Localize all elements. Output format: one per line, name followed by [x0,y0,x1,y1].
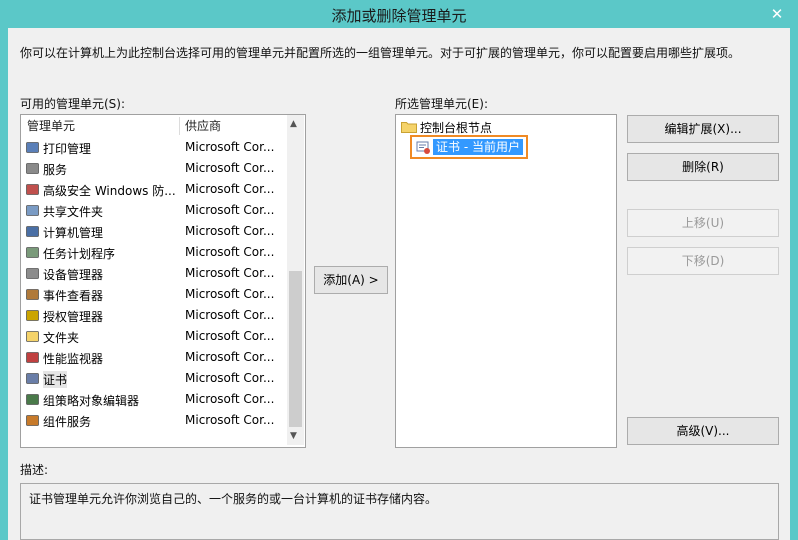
event-viewer-icon [25,287,40,302]
item-vendor: Microsoft Cor... [185,266,275,280]
close-icon[interactable]: ✕ [762,3,792,25]
window-title: 添加或删除管理单元 [331,7,467,25]
item-vendor: Microsoft Cor... [185,329,275,343]
selected-tree[interactable]: 控制台根节点 证书 - 当前用户 [395,114,617,448]
list-item[interactable]: 高级安全 Windows 防... Microsoft Cor... [21,179,281,200]
group-policy-icon [25,392,40,407]
list-item[interactable]: 性能监视器 Microsoft Cor... [21,347,281,368]
move-down-button[interactable]: 下移(D) [627,247,779,275]
item-name: 高级安全 Windows 防... [43,184,176,198]
list-item[interactable]: 共享文件夹 Microsoft Cor... [21,200,281,221]
title-bar: 添加或删除管理单元 ✕ [0,0,798,28]
list-item[interactable]: 文件夹 Microsoft Cor... [21,326,281,347]
list-item[interactable]: 授权管理器 Microsoft Cor... [21,305,281,326]
dialog-body: 你可以在计算机上为此控制台选择可用的管理单元并配置所选的一组管理单元。对于可扩展… [8,28,790,540]
advanced-button[interactable]: 高级(V)... [627,417,779,445]
item-vendor: Microsoft Cor... [185,224,275,238]
available-label: 可用的管理单元(S): [20,97,126,111]
item-vendor: Microsoft Cor... [185,287,275,301]
list-item[interactable]: 计算机管理 Microsoft Cor... [21,221,281,242]
component-services-icon [25,413,40,428]
scroll-down-icon[interactable]: ▼ [290,431,297,441]
computer-management-icon [25,224,40,239]
selected-item-focus[interactable]: 证书 - 当前用户 [410,135,528,159]
available-list[interactable]: 管理单元 供应商 打印管理 Microsoft Cor... 服务 Microsoft… [20,114,306,448]
scrollbar[interactable]: ▲ ▼ [287,115,304,445]
item-name: 文件夹 [43,331,80,345]
item-vendor: Microsoft Cor... [185,182,275,196]
list-item[interactable]: 设备管理器 Microsoft Cor... [21,263,281,284]
item-name: 证书 [43,371,68,388]
col-header-name[interactable]: 管理单元 [27,115,75,137]
item-name: 事件查看器 [43,289,104,303]
scroll-thumb[interactable] [289,271,302,427]
description-label: 描述: [20,463,49,477]
item-name: 计算机管理 [43,226,104,240]
move-up-button[interactable]: 上移(U) [627,209,779,237]
list-item[interactable]: 证书 Microsoft Cor... [21,368,281,389]
item-vendor: Microsoft Cor... [185,392,275,406]
performance-monitor-icon [25,350,40,365]
certificate-icon [416,140,431,155]
col-divider [179,117,180,135]
item-vendor: Microsoft Cor... [185,140,275,154]
device-manager-icon [25,266,40,281]
list-item[interactable]: 任务计划程序 Microsoft Cor... [21,242,281,263]
scroll-up-icon[interactable]: ▲ [290,119,297,129]
item-name: 服务 [43,163,68,177]
shared-folder-icon [25,203,40,218]
folder-icon [401,120,417,133]
services-gear-icon [25,161,40,176]
printer-icon [25,140,40,155]
list-item[interactable]: 组件服务 Microsoft Cor... [21,410,281,431]
folder-icon [25,329,40,344]
firewall-icon [25,182,40,197]
item-name: 共享文件夹 [43,205,104,219]
tree-child-label[interactable]: 证书 - 当前用户 [433,139,523,155]
item-vendor: Microsoft Cor... [185,161,275,175]
item-vendor: Microsoft Cor... [185,308,275,322]
list-item[interactable]: 事件查看器 Microsoft Cor... [21,284,281,305]
edit-extensions-button[interactable]: 编辑扩展(X)... [627,115,779,143]
item-name: 授权管理器 [43,310,104,324]
item-vendor: Microsoft Cor... [185,371,275,385]
intro-text: 你可以在计算机上为此控制台选择可用的管理单元并配置所选的一组管理单元。对于可扩展… [20,46,741,60]
selected-label: 所选管理单元(E): [395,97,488,111]
list-item[interactable]: 服务 Microsoft Cor... [21,158,281,179]
item-vendor: Microsoft Cor... [185,245,275,259]
item-vendor: Microsoft Cor... [185,203,275,217]
col-header-vendor[interactable]: 供应商 [185,115,221,137]
item-name: 组件服务 [43,415,92,429]
task-scheduler-icon [25,245,40,260]
item-name: 任务计划程序 [43,247,116,261]
add-button[interactable]: 添加(A) > [314,266,388,294]
item-vendor: Microsoft Cor... [185,350,275,364]
list-item[interactable]: 打印管理 Microsoft Cor... [21,137,281,158]
certificate-icon [25,371,40,386]
remove-button[interactable]: 删除(R) [627,153,779,181]
item-vendor: Microsoft Cor... [185,413,275,427]
tree-root-label[interactable]: 控制台根节点 [420,119,492,136]
item-name: 打印管理 [43,142,92,156]
item-name: 设备管理器 [43,268,104,282]
item-name: 组策略对象编辑器 [43,394,140,408]
authorization-icon [25,308,40,323]
description-box: 证书管理单元允许你浏览自己的、一个服务的或一台计算机的证书存储内容。 [20,483,779,540]
list-item[interactable]: 组策略对象编辑器 Microsoft Cor... [21,389,281,410]
item-name: 性能监视器 [43,352,104,366]
